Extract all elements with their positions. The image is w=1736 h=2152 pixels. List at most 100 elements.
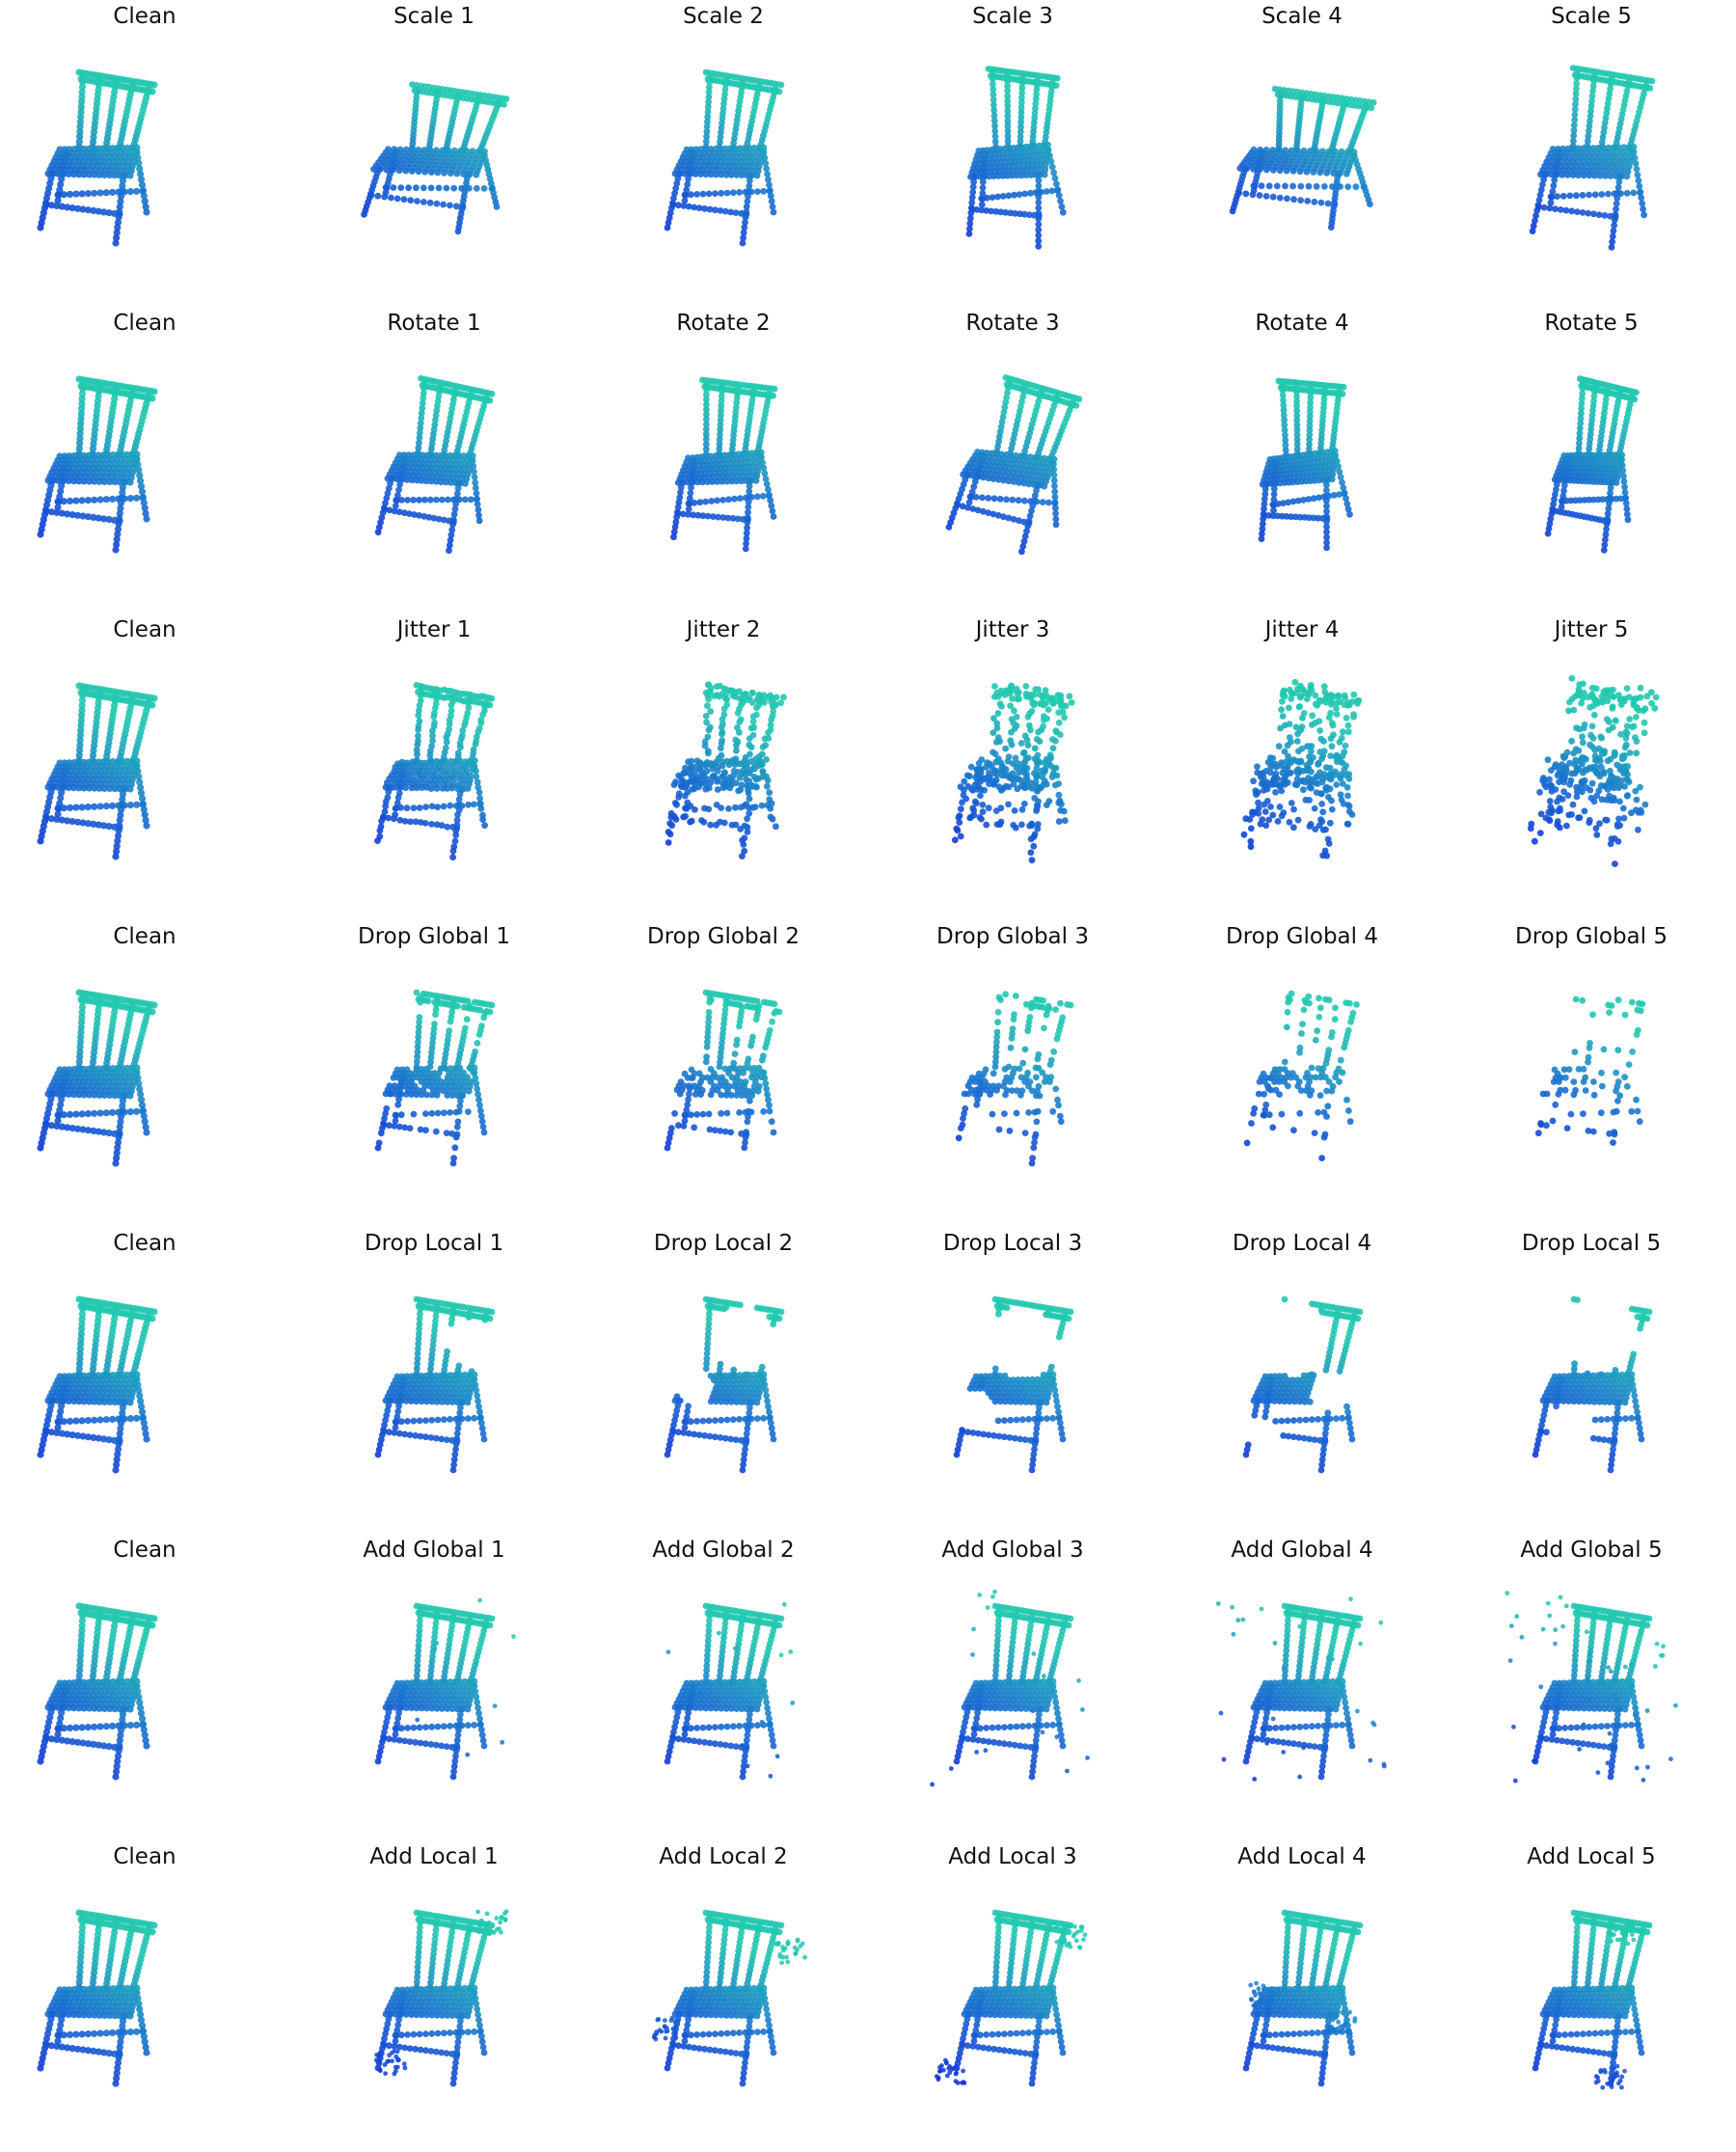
- chair-point: [769, 507, 776, 515]
- chair-point: [1297, 197, 1304, 204]
- chair-point: [447, 202, 453, 209]
- chair-point: [753, 704, 760, 712]
- chair-point: [980, 155, 988, 163]
- chair-point: [770, 208, 777, 216]
- chair-point: [747, 724, 755, 732]
- chair-point: [670, 781, 678, 788]
- chair-point: [702, 498, 710, 505]
- chair-point: [1290, 196, 1297, 204]
- chair-point: [91, 189, 98, 197]
- chair-point: [1546, 204, 1554, 212]
- chair-point: [1023, 765, 1031, 772]
- chair-point: [84, 497, 92, 504]
- point-group: [965, 66, 1067, 250]
- chair-point: [753, 493, 761, 501]
- chair-point: [448, 784, 456, 792]
- chair-point: [691, 499, 698, 506]
- chair-point: [945, 524, 953, 531]
- chair-point: [734, 710, 742, 717]
- chair-point: [1059, 208, 1067, 216]
- chair-point: [1550, 182, 1558, 190]
- chair-point: [116, 450, 123, 458]
- chair-point: [60, 804, 68, 812]
- panel-title: Jitter 3: [975, 617, 1050, 642]
- chair-point: [1304, 198, 1312, 204]
- chair-point: [116, 824, 123, 831]
- chair-point: [75, 756, 83, 764]
- chair-point: [427, 449, 435, 457]
- chair-point: [1027, 498, 1034, 504]
- chair-point: [397, 804, 404, 811]
- chair-point: [1621, 495, 1629, 503]
- panel-title: Scale 2: [683, 4, 764, 29]
- chair-point: [1612, 213, 1619, 221]
- chair-point: [714, 786, 721, 793]
- chair-point: [1022, 683, 1030, 690]
- chair-point: [446, 547, 452, 555]
- chair-point: [765, 492, 773, 500]
- chair-point: [1276, 194, 1284, 202]
- chair-point: [1612, 144, 1619, 150]
- chair-point: [433, 785, 441, 792]
- chair-point: [1327, 224, 1335, 232]
- chair-point: [1066, 693, 1073, 700]
- chair-point: [736, 719, 744, 725]
- chair-point: [687, 191, 694, 199]
- chair-point: [719, 497, 726, 504]
- chair-point: [1611, 190, 1618, 198]
- chair-point: [991, 683, 998, 690]
- chair-point: [112, 239, 120, 247]
- chair-point: [1639, 200, 1646, 207]
- chair-point: [745, 790, 752, 797]
- chair-point: [702, 143, 710, 150]
- chair-point: [121, 495, 128, 503]
- chair-point: [1068, 699, 1075, 706]
- chair-point: [736, 728, 743, 736]
- chair-point: [1035, 212, 1043, 220]
- chair-point: [1633, 166, 1641, 173]
- chair-point: [1584, 142, 1591, 150]
- chair-point-cloud: [945, 374, 1083, 556]
- chair-point: [744, 759, 751, 767]
- chair-point: [743, 494, 749, 502]
- chair-point: [1015, 497, 1022, 504]
- chair-point: [433, 496, 440, 504]
- chair-point: [60, 191, 68, 199]
- chair-point: [78, 190, 86, 198]
- chair-point: [447, 802, 454, 809]
- chair-point: [1344, 183, 1352, 191]
- chair-point: [764, 782, 771, 790]
- chair-point: [685, 500, 692, 507]
- chair-point: [1275, 145, 1283, 152]
- chair-point: [480, 185, 488, 192]
- chair-point: [150, 388, 158, 395]
- panel-title: Jitter 2: [686, 617, 761, 642]
- chair-point: [126, 495, 134, 503]
- chair-point: [78, 497, 86, 504]
- chair-point: [1020, 451, 1027, 459]
- chair-point: [139, 801, 147, 808]
- chair-point: [719, 730, 725, 738]
- chair-point: [695, 783, 702, 791]
- chair-point: [737, 495, 744, 502]
- chair-point: [1569, 142, 1577, 150]
- panel-jitter-3: Jitter 3: [868, 613, 1157, 920]
- panel-title: Scale 4: [1261, 4, 1343, 29]
- chair-point: [1630, 189, 1638, 197]
- chair-point: [430, 713, 438, 721]
- chair-point: [664, 224, 671, 232]
- chair-point-cloud: [670, 376, 778, 553]
- chair-point: [1617, 190, 1624, 198]
- chair-point: [747, 744, 755, 750]
- chair-point: [714, 497, 720, 504]
- chair-point: [1316, 169, 1324, 177]
- chair-point: [1585, 449, 1592, 457]
- chair-point: [72, 804, 80, 811]
- chair-point: [712, 190, 719, 198]
- chair-point-cloud: [37, 682, 158, 860]
- chair-point: [766, 187, 773, 195]
- chair-point: [410, 804, 418, 811]
- panel-jitter-2: Jitter 2: [579, 613, 868, 920]
- chair-point: [102, 189, 110, 197]
- panel-scale-2: Scale 2: [579, 0, 868, 307]
